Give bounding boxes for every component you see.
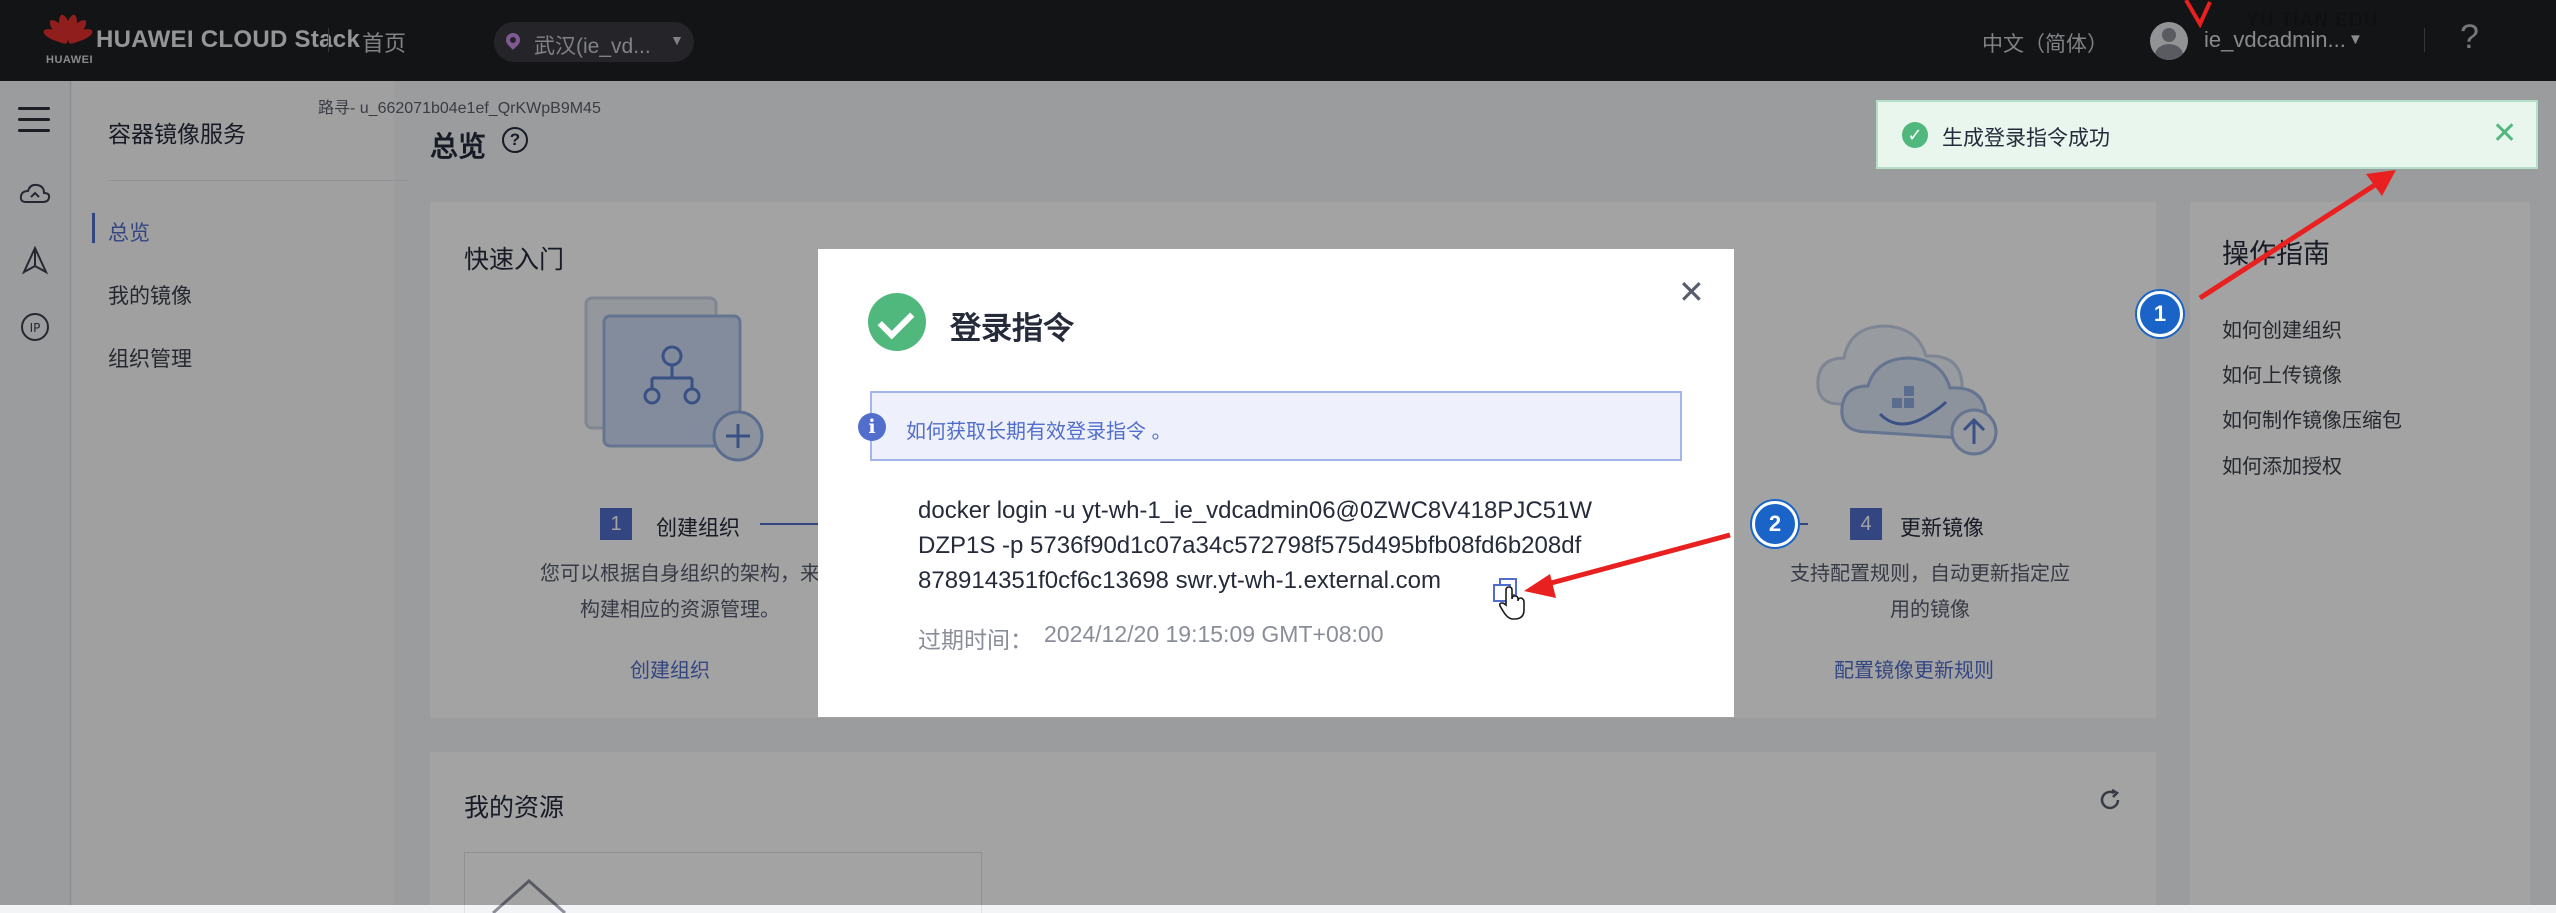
hand-cursor-icon [1498, 586, 1525, 620]
expire-label: 过期时间： [918, 627, 1033, 653]
close-icon[interactable]: ✕ [2492, 116, 2517, 151]
command-line: DZP1S -p 5736f90d1c07a34c572798f575d495b… [918, 532, 1582, 559]
annotation-badge-1: 1 [2137, 291, 2183, 337]
check-circle-icon: ✓ [1902, 122, 1928, 148]
toast-message: 生成登录指令成功 [1942, 127, 2110, 150]
long-term-command-link[interactable]: 如何获取长期有效登录指令 。 [906, 415, 1172, 444]
close-icon[interactable]: ✕ [1678, 273, 1705, 311]
check-circle-icon [868, 293, 926, 351]
command-line: docker login -u yt-wh-1_ie_vdcadmin06@0Z… [918, 497, 1592, 524]
annotation-badge-2: 2 [1752, 501, 1798, 547]
docker-login-command[interactable]: docker login -u yt-wh-1_ie_vdcadmin06@0Z… [918, 493, 1638, 598]
login-command-dialog: 登录指令 ✕ i 如何获取长期有效登录指令 。 docker login -u … [818, 249, 1734, 717]
command-line: 878914351f0cf6c13698 swr.yt-wh-1.externa… [918, 567, 1441, 594]
expire-value: 2024/12/20 19:15:09 GMT+08:00 [1044, 621, 1384, 647]
success-toast: ✓ 生成登录指令成功 ✕ [1876, 100, 2538, 169]
info-icon: i [858, 413, 886, 441]
dialog-title: 登录指令 [950, 311, 1074, 346]
info-alert: i 如何获取长期有效登录指令 。 [858, 391, 1682, 461]
